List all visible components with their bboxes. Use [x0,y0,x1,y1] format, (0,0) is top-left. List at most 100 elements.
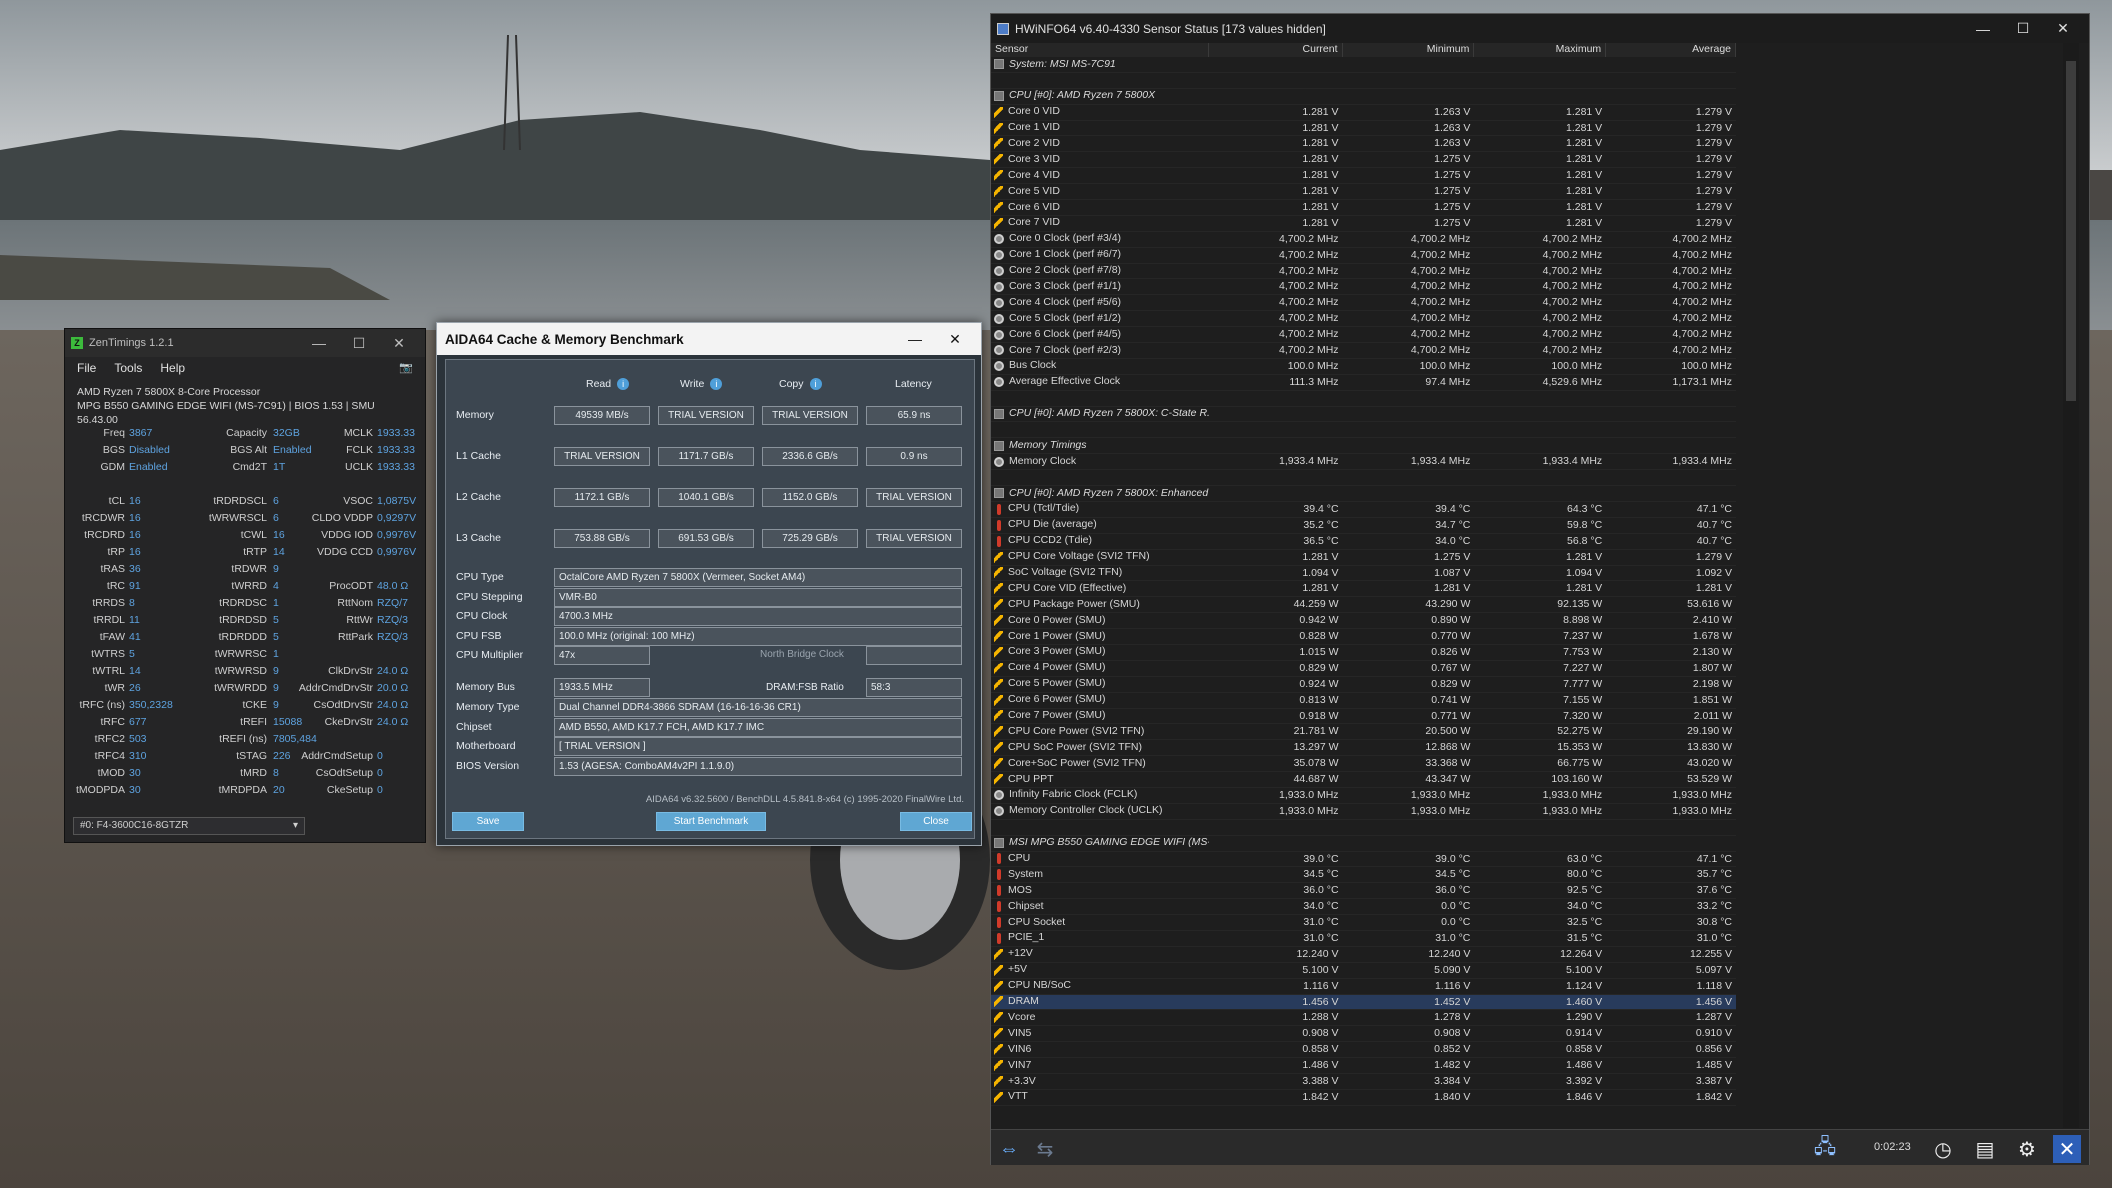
sensor-row[interactable]: Core 1 Power (SMU) 0.828 W 0.770 W 7.237 W 1… [991,629,1736,645]
col-average[interactable]: Average [1606,43,1737,57]
scrollbar-thumb[interactable] [2066,61,2076,401]
close-button[interactable]: ✕ [2043,20,2083,37]
menu-help[interactable]: Help [160,361,185,375]
sensor-row[interactable]: Core 7 Power (SMU) 0.918 W 0.771 W 7.320 W 2… [991,709,1736,725]
sensor-row[interactable]: Vcore 1.288 V 1.278 V 1.290 V 1.287 V [991,1010,1736,1027]
sensor-row[interactable]: CPU CCD2 (Tdie) 36.5 °C 34.0 °C 56.8 °C 40.7… [991,534,1736,550]
close-button[interactable]: ✕ [935,331,975,348]
col-maximum[interactable]: Maximum [1474,43,1607,57]
close-dialog-button[interactable]: Close [900,812,972,831]
sensor-row[interactable]: Memory Controller Clock (UCLK) 1,933.0 MH… [991,804,1736,820]
clock-icon[interactable]: ◷ [1929,1135,1957,1163]
info-icon[interactable]: i [710,378,723,391]
sensor-group-header[interactable]: CPU [#0]: AMD Ryzen 7 5800X [991,89,1736,105]
collapse-arrows-icon[interactable]: ⇆ [1031,1135,1059,1163]
sensor-row[interactable]: CPU Core Voltage (SVI2 TFN) 1.281 V 1.275 … [991,550,1736,566]
sensor-row[interactable]: PCIE_1 31.0 °C 31.0 °C 31.5 °C 31.0 °C [991,931,1736,947]
close-button[interactable]: ✕ [379,335,419,352]
sensor-row[interactable]: Chipset 34.0 °C 0.0 °C 34.0 °C 33.2 °C [991,899,1736,916]
sensor-row[interactable]: SoC Voltage (SVI2 TFN) 1.094 V 1.087 V 1.09… [991,566,1736,582]
sensor-row[interactable]: CPU Socket 31.0 °C 0.0 °C 32.5 °C 30.8 °C [991,915,1736,931]
maximize-button[interactable]: ☐ [339,335,379,352]
sensor-row[interactable]: Core 0 Clock (perf #3/4) 4,700.2 MHz 4,700… [991,232,1736,248]
sensor-row[interactable]: Core 5 Power (SMU) 0.924 W 0.829 W 7.777 W 2… [991,677,1736,693]
sensor-row[interactable]: VIN5 0.908 V 0.908 V 0.914 V 0.910 V [991,1026,1736,1043]
clock-icon [994,345,1004,356]
sensor-row[interactable]: Core 4 Power (SMU) 0.829 W 0.767 W 7.227 W 1… [991,661,1736,677]
sensor-row[interactable]: DRAM 1.456 V 1.452 V 1.460 V 1.456 V [991,994,1736,1011]
settings-gear-icon[interactable]: ⚙ [2013,1135,2041,1163]
sensor-row[interactable]: VIN6 0.858 V 0.852 V 0.858 V 0.856 V [991,1042,1736,1059]
sensor-row[interactable]: CPU NB/SoC 1.116 V 1.116 V 1.124 V 1.118 V [991,979,1736,995]
col-sensor[interactable]: Sensor [991,43,1209,57]
sensor-row[interactable]: Core 2 Clock (perf #7/8) 4,700.2 MHz 4,700… [991,264,1736,280]
sensor-row[interactable]: Core+SoC Power (SVI2 TFN) 35.078 W 33.368 … [991,756,1736,773]
sensor-row[interactable]: Core 2 VID 1.281 V 1.263 V 1.281 V 1.279 V [991,136,1736,153]
sensor-row[interactable]: Core 1 Clock (perf #6/7) 4,700.2 MHz 4,700… [991,248,1736,264]
sensor-row[interactable]: Infinity Fabric Clock (FCLK) 1,933.0 MHz 1… [991,788,1736,804]
sensor-row[interactable]: VTT 1.842 V 1.840 V 1.846 V 1.842 V [991,1090,1736,1106]
sensor-group-header[interactable]: CPU [#0]: AMD Ryzen 7 5800X: Enhanced [991,486,1736,502]
sensor-row[interactable]: MOS 36.0 °C 36.0 °C 92.5 °C 37.6 °C [991,883,1736,900]
save-button[interactable]: Save [452,812,524,831]
info-icon[interactable]: i [617,378,630,391]
sensor-row[interactable]: Core 3 Clock (perf #1/1) 4,700.2 MHz 4,700… [991,279,1736,296]
sensor-row[interactable]: Core 0 VID 1.281 V 1.263 V 1.281 V 1.279 V [991,105,1736,121]
sensor-row[interactable]: CPU 39.0 °C 39.0 °C 63.0 °C 47.1 °C [991,852,1736,868]
sensor-row[interactable]: CPU Core Power (SVI2 TFN) 21.781 W 20.500 … [991,724,1736,741]
sensor-row[interactable]: Memory Clock 1,933.4 MHz 1,933.4 MHz 1,933.… [991,454,1736,471]
sensor-name-cell: Infinity Fabric Clock (FCLK) [991,788,1209,803]
screenshot-icon[interactable]: 📷 [399,361,413,375]
sensor-row[interactable]: Core 0 Power (SMU) 0.942 W 0.890 W 8.898 W 2… [991,613,1736,630]
sensor-row[interactable]: Core 7 Clock (perf #2/3) 4,700.2 MHz 4,700… [991,343,1736,359]
sensor-row[interactable]: CPU PPT 44.687 W 43.347 W 103.160 W 53.529 W [991,772,1736,788]
sensor-group-header[interactable]: Memory Timings [991,438,1736,455]
minimize-button[interactable]: — [299,335,339,351]
sensor-group-header[interactable]: CPU [#0]: AMD Ryzen 7 5800X: C-State R..… [991,407,1736,423]
sensor-row[interactable]: Core 5 VID 1.281 V 1.275 V 1.281 V 1.279 V [991,184,1736,201]
sensor-row[interactable]: Bus Clock 100.0 MHz 100.0 MHz 100.0 MHz 100.… [991,359,1736,375]
board-info: MPG B550 GAMING EDGE WIFI (MS-7C91) | BI… [77,400,375,426]
info-icon[interactable]: i [809,378,822,391]
sensor-row[interactable]: +5V 5.100 V 5.090 V 5.100 V 5.097 V [991,963,1736,979]
sensor-row[interactable]: +3.3V 3.388 V 3.384 V 3.392 V 3.387 V [991,1074,1736,1090]
close-sensors-icon[interactable]: ✕ [2053,1135,2081,1163]
sensor-row[interactable]: System 34.5 °C 34.5 °C 80.0 °C 35.7 °C [991,867,1736,884]
info-label: Chipset [456,720,492,733]
report-icon[interactable]: ▤ [1971,1135,1999,1163]
sensor-row[interactable]: CPU SoC Power (SVI2 TFN) 13.297 W 12.868 W… [991,740,1736,757]
sensor-row[interactable]: Core 3 VID 1.281 V 1.275 V 1.281 V 1.279 V [991,152,1736,169]
sensor-row[interactable]: Core 7 VID 1.281 V 1.275 V 1.281 V 1.279 V [991,216,1736,232]
minimize-button[interactable]: — [895,331,935,347]
memory-profile-select[interactable]: #0: F4-3600C16-8GTZR ▾ [73,817,305,835]
zen-row: tRFC4 310 tSTAG 226 AddrCmdSetup 0 [65,748,427,765]
sensor-row[interactable]: Core 1 VID 1.281 V 1.263 V 1.281 V 1.279 V [991,121,1736,137]
sensor-row[interactable]: Core 4 VID 1.281 V 1.275 V 1.281 V 1.279 V [991,168,1736,185]
minimize-button[interactable]: — [1963,21,2003,37]
network-icon[interactable]: 🖧 [1811,1135,1839,1163]
expand-arrows-icon[interactable]: ⇔ [995,1135,1023,1163]
sensor-row[interactable]: Core 4 Clock (perf #5/6) 4,700.2 MHz 4,700… [991,295,1736,312]
sensor-value [1474,820,1606,835]
menu-tools[interactable]: Tools [114,361,142,375]
sensor-row[interactable]: VIN7 1.486 V 1.482 V 1.486 V 1.485 V [991,1058,1736,1074]
sensor-row[interactable]: Core 6 Power (SMU) 0.813 W 0.741 W 7.155 W 1… [991,693,1736,709]
sensor-row[interactable]: Core 3 Power (SMU) 1.015 W 0.826 W 7.753 W 2… [991,645,1736,661]
sensor-row[interactable]: Average Effective Clock 111.3 MHz 97.4 MHz… [991,375,1736,391]
col-current[interactable]: Current [1209,43,1343,57]
sensor-row[interactable]: Core 6 Clock (perf #4/5) 4,700.2 MHz 4,700… [991,327,1736,344]
vertical-scrollbar[interactable] [2063,43,2079,1128]
sensor-row[interactable]: CPU Die (average) 35.2 °C 34.7 °C 59.8 °C 40… [991,518,1736,534]
menu-file[interactable]: File [77,361,96,375]
maximize-button[interactable]: ☐ [2003,20,2043,37]
sensor-row[interactable]: +12V 12.240 V 12.240 V 12.264 V 12.255 V [991,947,1736,963]
sensor-group-header[interactable]: MSI MPG B550 GAMING EDGE WIFI (MS-... [991,836,1736,852]
sensor-row[interactable]: CPU Core VID (Effective) 1.281 V 1.281 V 1.… [991,581,1736,598]
sensor-row[interactable]: Core 6 VID 1.281 V 1.275 V 1.281 V 1.279 V [991,200,1736,216]
sensor-row[interactable]: CPU (Tctl/Tdie) 39.4 °C 39.4 °C 64.3 °C 47.1… [991,502,1736,518]
sensor-group-header[interactable]: System: MSI MS-7C91 [991,57,1736,73]
col-minimum[interactable]: Minimum [1343,43,1475,57]
sensor-row[interactable]: Core 5 Clock (perf #1/2) 4,700.2 MHz 4,700… [991,311,1736,328]
sensor-row[interactable]: CPU Package Power (SMU) 44.259 W 43.290 W 9… [991,597,1736,614]
start-benchmark-button[interactable]: Start Benchmark [656,812,766,831]
